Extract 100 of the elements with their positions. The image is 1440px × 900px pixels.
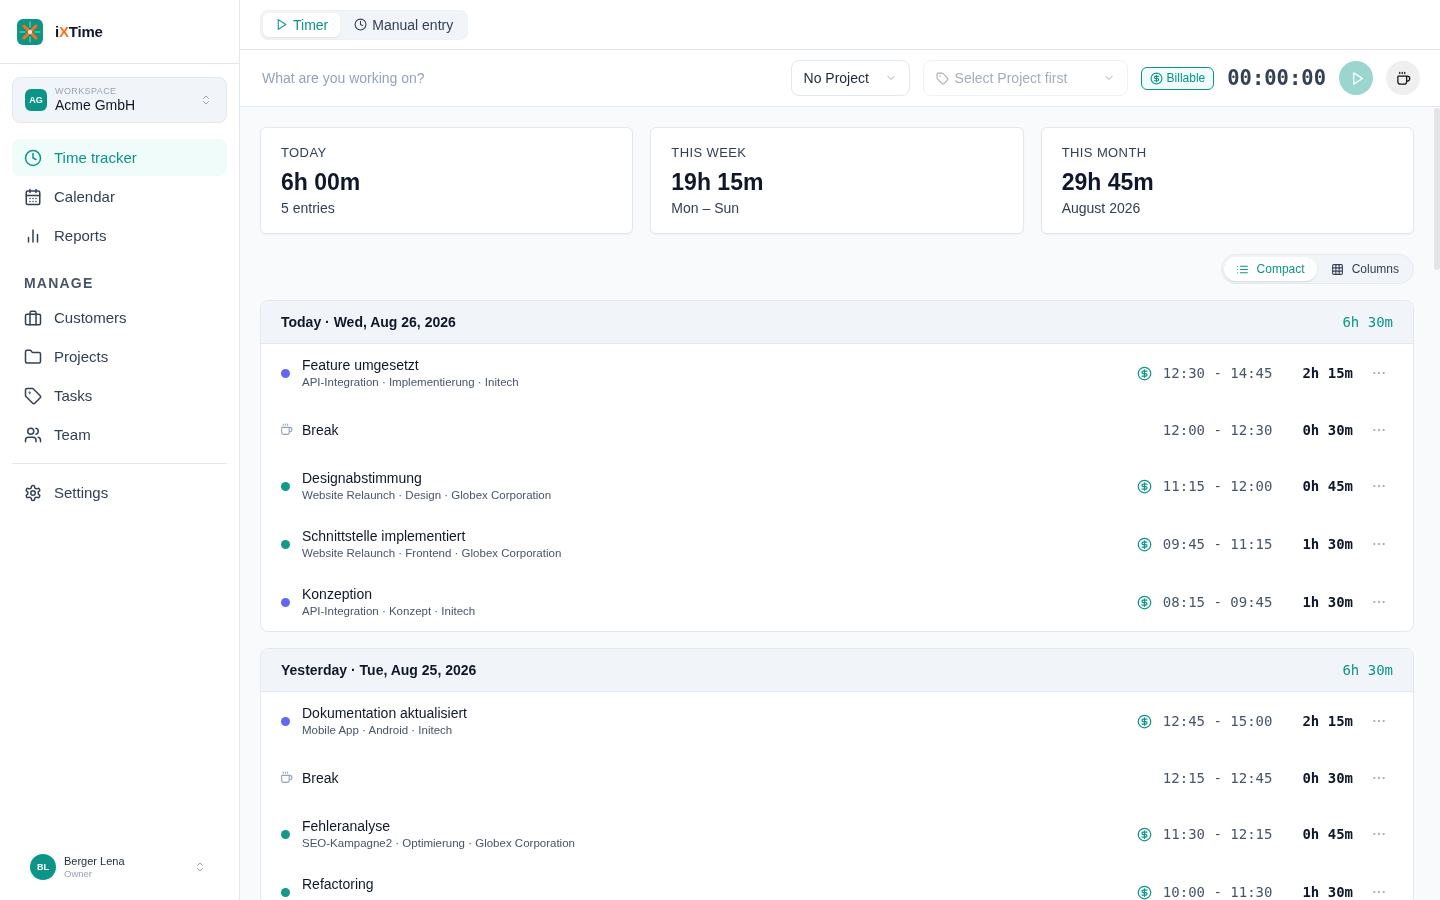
nav-item[interactable]: Reports xyxy=(12,217,227,254)
entry-details: API-Integration · Implementierung · Initech xyxy=(302,375,520,390)
stat-value: 29h 45m xyxy=(1061,168,1155,196)
time-range: 12:30 - 14:45 xyxy=(1162,365,1273,381)
entry-details: SEO-Kampagne2 · Optimierung · Globex Corporation xyxy=(302,836,576,851)
settings-icon xyxy=(24,483,42,502)
mode-tab[interactable]: Timer xyxy=(263,12,341,37)
stat-detail: August 2026 xyxy=(1061,199,1142,217)
entry-title: Designabstimmung xyxy=(302,469,423,487)
entry-duration: 1h 30m xyxy=(1302,536,1353,552)
stat-detail: Mon – Sun xyxy=(671,199,741,217)
workspace-name: Acme GmbH xyxy=(55,97,137,114)
entry-title: Schnittstelle implementiert xyxy=(302,527,467,545)
entry-duration: 0h 30m xyxy=(1302,421,1353,438)
time-range: 09:45 - 11:15 xyxy=(1162,536,1273,552)
coffee-icon xyxy=(280,771,293,784)
nav-item[interactable]: Team xyxy=(12,416,227,453)
section-heading: MANAGE xyxy=(23,274,95,292)
clock-icon xyxy=(354,18,368,31)
day-title: Yesterday · Tue, Aug 25, 2026 xyxy=(281,662,477,678)
entry-details: Mobile App · Android · Initech xyxy=(302,723,454,738)
more-icon xyxy=(1372,889,1386,895)
entry-duration: 2h 15m xyxy=(1302,713,1353,729)
stat-label: TODAY xyxy=(281,145,328,161)
description-input[interactable]: What are you working on? xyxy=(262,60,778,96)
more-icon xyxy=(1372,370,1386,376)
user-name: Berger Lena xyxy=(64,854,126,868)
calendar-icon xyxy=(24,187,42,206)
entry-duration: 1h 30m xyxy=(1302,884,1353,900)
break-button[interactable] xyxy=(1386,61,1420,95)
clock-icon xyxy=(24,148,42,167)
workspace-label: WORKSPACE xyxy=(55,86,118,97)
entry-title: Dokumentation aktualisiert xyxy=(302,704,468,722)
chevron-up-down-icon xyxy=(200,94,212,106)
time-range: 12:45 - 15:00 xyxy=(1162,713,1273,729)
entry-title: Break xyxy=(302,768,340,787)
entry-details: API-Integration · Konzept · Initech xyxy=(302,604,477,619)
coffee-icon xyxy=(1395,70,1411,86)
mode-tab[interactable]: Manual entry xyxy=(342,12,466,37)
more-icon xyxy=(1372,426,1386,433)
billable-toggle[interactable]: Billable xyxy=(1140,66,1215,90)
user-role: Owner xyxy=(64,868,93,880)
stat-value: 19h 15m xyxy=(671,168,765,196)
entry-details: Website Relaunch · Frontend · Globex Corporation xyxy=(302,546,563,561)
more-icon xyxy=(1372,718,1386,724)
day-total: 6h 30m xyxy=(1342,314,1393,330)
nav-item[interactable]: Settings xyxy=(12,474,227,511)
workspace-switcher[interactable]: AG WORKSPACE Acme GmbH xyxy=(12,77,227,123)
entry-title: Refactoring xyxy=(302,875,375,893)
time-range: 11:30 - 12:15 xyxy=(1162,826,1273,842)
workspace-avatar: AG xyxy=(25,89,47,111)
nav-item[interactable]: Customers xyxy=(12,299,227,336)
day-total: 6h 30m xyxy=(1342,662,1393,678)
time-range: 12:15 - 12:45 xyxy=(1162,769,1273,786)
more-icon xyxy=(1372,599,1386,605)
elapsed-time: 00:00:00 xyxy=(1227,66,1326,90)
tag-icon xyxy=(24,386,42,405)
tag-icon xyxy=(935,71,949,85)
project-select[interactable]: No Project xyxy=(790,60,910,96)
play-icon xyxy=(275,18,288,31)
stat-label: THIS MONTH xyxy=(1061,145,1148,161)
briefcase-icon xyxy=(24,308,42,327)
folder-icon xyxy=(24,347,42,366)
entry-duration: 0h 30m xyxy=(1302,769,1353,786)
table-icon xyxy=(1330,262,1344,276)
logo-icon xyxy=(17,18,43,45)
more-icon xyxy=(1372,483,1386,489)
stat-label: THIS WEEK xyxy=(671,145,748,161)
entry-duration: 1h 30m xyxy=(1302,594,1353,610)
entry-details: Website Relaunch · Design · Globex Corporation xyxy=(302,488,553,503)
app-name: iXTime xyxy=(55,23,103,40)
user-menu[interactable]: BL Berger Lena Owner xyxy=(12,834,227,900)
entry-duration: 0h 45m xyxy=(1302,826,1353,842)
coffee-icon xyxy=(280,423,293,436)
user-avatar: BL xyxy=(30,854,56,880)
nav-item[interactable]: Calendar xyxy=(12,178,227,215)
entry-title: Fehleranalyse xyxy=(302,817,391,835)
entry-title: Break xyxy=(302,420,340,439)
users-icon xyxy=(24,425,42,444)
dollar-icon xyxy=(1149,71,1163,85)
entry-title: Feature umgesetzt xyxy=(302,356,420,374)
nav-item[interactable]: Time tracker xyxy=(12,139,227,176)
time-range: 10:00 - 11:30 xyxy=(1162,884,1273,900)
more-icon xyxy=(1372,831,1386,837)
time-range: 08:15 - 09:45 xyxy=(1162,594,1273,610)
more-icon xyxy=(1372,774,1386,781)
entry-duration: 0h 45m xyxy=(1302,478,1353,494)
view-option[interactable]: Columns xyxy=(1318,257,1411,281)
view-option[interactable]: Compact xyxy=(1223,257,1317,281)
chevron-up-down-icon xyxy=(194,861,206,873)
day-title: Today · Wed, Aug 26, 2026 xyxy=(281,314,456,330)
nav-item[interactable]: Tasks xyxy=(12,377,227,414)
entry-title: Konzeption xyxy=(302,585,374,603)
time-range: 12:00 - 12:30 xyxy=(1162,421,1273,438)
nav-item[interactable]: Projects xyxy=(12,338,227,375)
more-icon xyxy=(1372,541,1386,547)
stat-value: 6h 00m xyxy=(281,168,362,196)
entry-duration: 2h 15m xyxy=(1302,365,1353,381)
stat-detail: 5 entries xyxy=(281,199,336,217)
time-range: 11:15 - 12:00 xyxy=(1162,478,1273,494)
